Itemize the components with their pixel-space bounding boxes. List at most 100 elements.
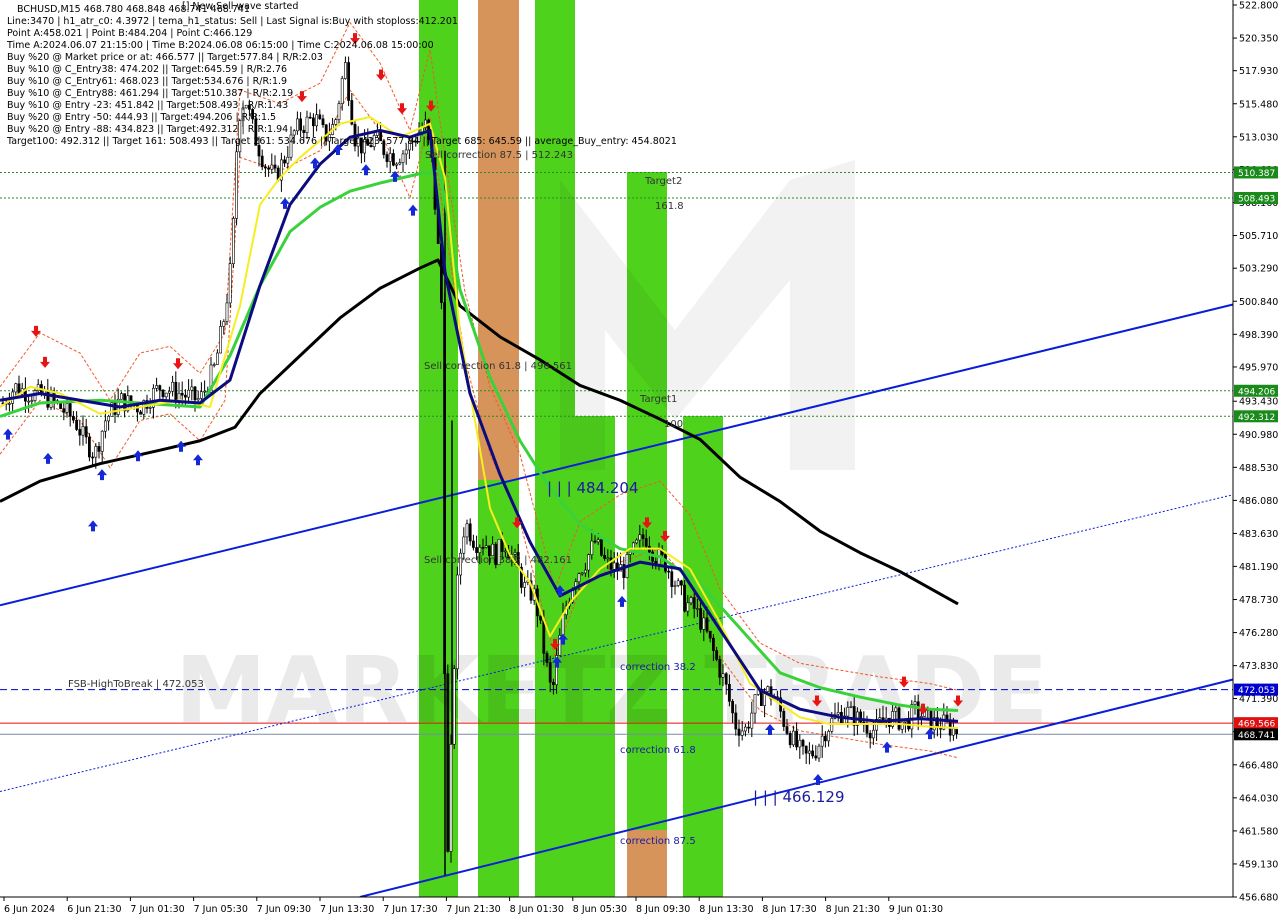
candle-body <box>263 166 267 169</box>
time-tick-label: 6 Jun 21:30 <box>67 904 121 915</box>
candle-body <box>174 381 178 401</box>
candle-body <box>292 130 296 136</box>
price-tick-label: 493.430 <box>1239 397 1278 408</box>
candle-body <box>343 62 347 79</box>
buy-arrow-icon <box>43 452 53 464</box>
annot-161: 161.8 <box>655 201 684 212</box>
candle-body <box>718 659 722 678</box>
price-tick-label: 515.480 <box>1239 99 1278 110</box>
price-tick-label: 520.350 <box>1239 34 1278 45</box>
candle-body <box>750 712 754 729</box>
info-panel: BCHUSD,M15 468.780 468.848 468.741 468.7… <box>6 1 677 147</box>
candle-body <box>27 400 31 403</box>
info-line: Buy %20 @ Entry -50: 444.93 || Target:49… <box>7 112 276 123</box>
buy-arrow-icon <box>617 595 627 607</box>
candle-body <box>228 263 232 304</box>
time-tick-label: 9 Jun 01:30 <box>889 904 943 915</box>
candle-body <box>155 385 159 389</box>
candle-body <box>628 551 632 555</box>
candle-body <box>673 585 677 587</box>
candle-body <box>260 155 264 168</box>
candle-body <box>232 218 235 264</box>
candle-body <box>187 389 191 398</box>
candle-body <box>311 117 315 127</box>
time-tick-label: 8 Jun 21:30 <box>826 904 880 915</box>
info-line: Buy %10 @ C_Entry61: 468.023 || Target:5… <box>7 76 287 87</box>
candle-body <box>177 392 181 401</box>
candle-body <box>68 403 72 417</box>
candle-body <box>715 650 719 660</box>
price-tick-label: 486.080 <box>1239 496 1278 507</box>
candle-body <box>452 668 456 745</box>
candle-body <box>580 572 584 575</box>
candle-body <box>913 701 917 705</box>
candle-body <box>8 403 11 405</box>
price-tick-label: 505.710 <box>1239 231 1278 242</box>
candle-body <box>846 707 850 717</box>
candle-body <box>868 732 872 739</box>
price-chart[interactable]: MARKETZ TRADE Sell correction 87.5 | 512… <box>0 0 1280 920</box>
candle-body <box>81 426 85 436</box>
candle-body <box>881 717 885 721</box>
price-tick-label: 466.480 <box>1239 760 1278 771</box>
candle-body <box>164 392 168 398</box>
annot-corr-875: correction 87.5 <box>620 836 696 847</box>
candle-body <box>820 735 824 747</box>
candle-body <box>46 389 50 408</box>
candle-body <box>190 386 194 391</box>
candle-body <box>107 416 111 422</box>
time-tick-label: 7 Jun 17:30 <box>383 904 437 915</box>
time-tick-label: 7 Jun 13:30 <box>320 904 374 915</box>
candle-body <box>212 364 216 366</box>
chart-root: MARKETZ TRADE Sell correction 87.5 | 512… <box>0 0 1280 920</box>
candle-body <box>801 739 805 747</box>
buy-arrow-icon <box>176 440 186 452</box>
watermark-text: MARKETZ TRADE <box>175 637 1048 744</box>
candle-body <box>561 614 565 636</box>
info-line: Point A:458.021 | Point B:484.204 | Poin… <box>7 28 252 39</box>
candle-body <box>852 706 856 726</box>
candle-body <box>385 154 389 162</box>
candle-body <box>88 436 91 458</box>
candle-body <box>72 415 75 421</box>
candle-body <box>689 597 693 604</box>
candle-body <box>766 686 770 692</box>
candle-body <box>731 700 735 714</box>
channel-upper <box>0 303 1234 607</box>
annot-point-b: | | | 484.204 <box>547 479 639 497</box>
candle-body <box>955 728 959 735</box>
candle-body <box>804 745 808 754</box>
candle-body <box>62 408 66 413</box>
candle-body <box>193 386 197 401</box>
candle-body <box>708 630 712 639</box>
candle-body <box>599 539 603 556</box>
candle-body <box>670 571 674 587</box>
info-line: Buy %10 @ C_Entry88: 461.294 || Target:5… <box>7 88 293 99</box>
candle-body <box>286 156 290 164</box>
candle-body <box>295 118 299 132</box>
candle-body <box>222 321 226 327</box>
candle-body <box>916 701 920 719</box>
candle-body <box>878 717 882 720</box>
candle-body <box>94 446 98 458</box>
candle-body <box>75 419 79 430</box>
annot-target2: Target2 <box>644 176 682 187</box>
sell-arrow-icon <box>173 358 183 370</box>
annot-fsb: FSB-HighToBreak | 472.053 <box>68 679 204 690</box>
time-tick-label: 7 Jun 05:30 <box>194 904 248 915</box>
candle-body <box>791 730 795 746</box>
candle-body <box>894 707 898 712</box>
candle-body <box>551 681 555 686</box>
candle-body <box>283 159 287 164</box>
price-tick-label: 522.800 <box>1239 1 1278 12</box>
candle-body <box>676 580 680 586</box>
annot-corr-618: correction 61.8 <box>620 745 696 756</box>
candle-body <box>683 584 687 612</box>
price-badge-label: 472.053 <box>1238 686 1275 696</box>
price-tick-label: 464.030 <box>1239 793 1278 804</box>
annot-sell-875: Sell correction 87.5 | 512.243 <box>425 150 573 161</box>
candle-body <box>788 733 792 746</box>
candle-body <box>583 569 587 574</box>
candle-body <box>78 429 82 436</box>
price-tick-label: 490.980 <box>1239 430 1278 441</box>
